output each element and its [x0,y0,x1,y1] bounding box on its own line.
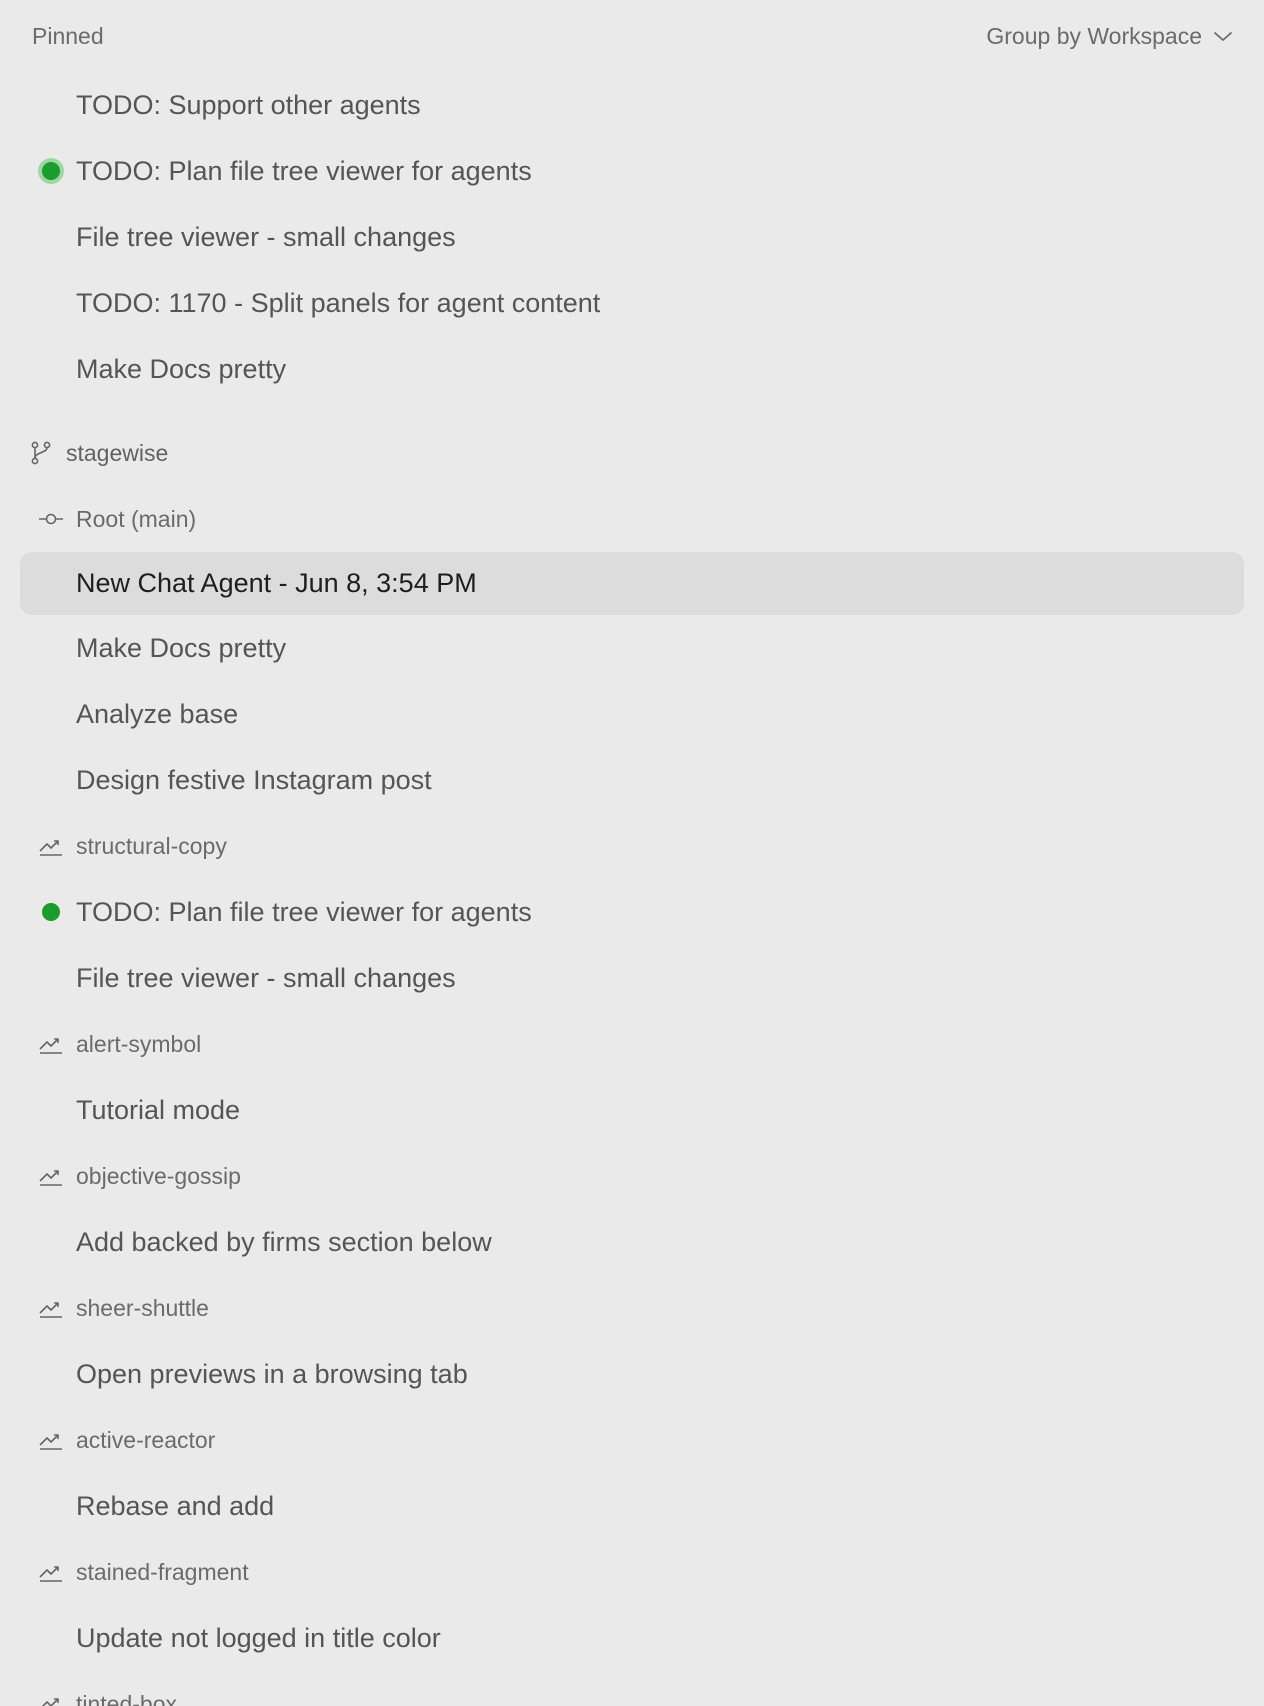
chat-item[interactable]: Make Docs pretty [0,615,1264,681]
chat-item[interactable]: TODO: Plan file tree viewer for agents [0,879,1264,945]
pinned-item-title: Make Docs pretty [76,353,287,384]
chevron-down-icon [1212,25,1234,47]
group-by-dropdown[interactable]: Group by Workspace [986,23,1234,50]
pinned-item-title: TODO: Plan file tree viewer for agents [76,155,532,186]
branch-name: Root (main) [76,505,197,532]
branch-header-tinted-box[interactable]: tinted-box [0,1671,1264,1706]
chat-item-title: New Chat Agent - Jun 8, 3:54 PM [76,568,477,598]
chat-item-title: Rebase and add [76,1490,275,1521]
pinned-item-title: TODO: Support other agents [76,89,421,120]
chat-item-title: Open previews in a browsing tab [76,1358,468,1389]
worktree-icon [38,833,64,859]
branch-header-alert-symbol[interactable]: alert-symbol [0,1011,1264,1077]
status-running-dot-icon [42,903,60,921]
branch-header-active-reactor[interactable]: active-reactor [0,1407,1264,1473]
chat-item[interactable]: Analyze base [0,681,1264,747]
git-branch-icon [28,440,54,466]
branch-name: structural-copy [76,832,227,859]
branch-name: stained-fragment [76,1558,249,1585]
chat-item-title: File tree viewer - small changes [76,962,456,993]
pinned-list: TODO: Support other agents TODO: Plan fi… [0,72,1264,402]
worktree-icon [38,1163,64,1189]
worktree-icon [38,1559,64,1585]
branch-name: objective-gossip [76,1162,241,1189]
branch-header-structural-copy[interactable]: structural-copy [0,813,1264,879]
pinned-item[interactable]: File tree viewer - small changes [0,204,1264,270]
branch-name: alert-symbol [76,1030,202,1057]
worktree-icon [38,1691,64,1706]
pinned-item[interactable]: TODO: Support other agents [0,72,1264,138]
branch-header-sheer-shuttle[interactable]: sheer-shuttle [0,1275,1264,1341]
chat-item[interactable]: Design festive Instagram post [0,747,1264,813]
pinned-section-label: Pinned [32,22,104,49]
chat-item-title: Update not logged in title color [76,1622,441,1653]
branch-header-objective-gossip[interactable]: objective-gossip [0,1143,1264,1209]
branch-header-root[interactable]: Root (main) [0,486,1264,552]
pinned-item-title: TODO: 1170 - Split panels for agent cont… [76,287,601,318]
branch-name: active-reactor [76,1426,216,1453]
chat-item-selected[interactable]: New Chat Agent - Jun 8, 3:54 PM [20,552,1244,615]
chat-item[interactable]: Open previews in a browsing tab [0,1341,1264,1407]
chat-item-title: Analyze base [76,698,239,729]
pinned-item[interactable]: TODO: Plan file tree viewer for agents [0,138,1264,204]
chat-item[interactable]: Update not logged in title color [0,1605,1264,1671]
pinned-item-title: File tree viewer - small changes [76,221,456,252]
worktree-icon [38,1427,64,1453]
chat-item-title: Add backed by firms section below [76,1226,492,1257]
chat-item[interactable]: Rebase and add [0,1473,1264,1539]
commit-icon [38,506,64,532]
pinned-item[interactable]: TODO: 1170 - Split panels for agent cont… [0,270,1264,336]
chat-item-title: TODO: Plan file tree viewer for agents [76,896,532,927]
branch-name: sheer-shuttle [76,1294,209,1321]
branch-header-stained-fragment[interactable]: stained-fragment [0,1539,1264,1605]
branch-name: tinted-box [76,1690,178,1706]
chat-item[interactable]: File tree viewer - small changes [0,945,1264,1011]
workspace-header[interactable]: stagewise [0,420,1264,486]
group-by-label: Group by Workspace [986,22,1202,49]
agent-sidebar: Pinned Group by Workspace TODO: Support … [0,0,1264,1706]
chat-item-title: Design festive Instagram post [76,764,432,795]
workspace-name: stagewise [66,439,169,466]
chat-item-title: Tutorial mode [76,1094,241,1125]
chat-item[interactable]: Add backed by firms section below [0,1209,1264,1275]
pinned-item[interactable]: Make Docs pretty [0,336,1264,402]
worktree-icon [38,1295,64,1321]
status-active-dot-icon [42,162,60,180]
worktree-icon [38,1031,64,1057]
chat-item-title: Make Docs pretty [76,632,287,663]
sidebar-header: Pinned Group by Workspace [0,0,1264,72]
chat-item[interactable]: Tutorial mode [0,1077,1264,1143]
